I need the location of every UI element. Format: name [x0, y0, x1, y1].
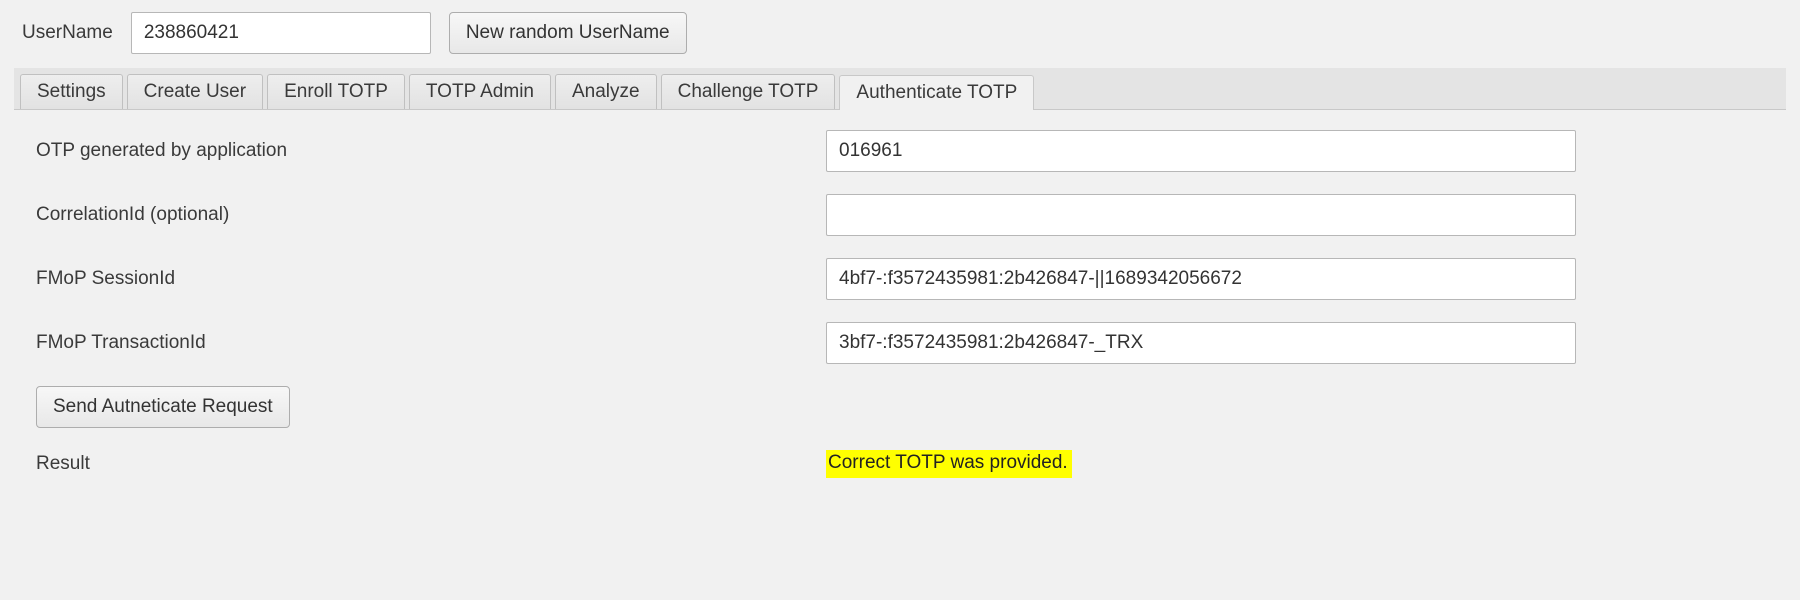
result-label: Result: [36, 453, 826, 475]
correlation-label: CorrelationId (optional): [36, 204, 826, 226]
result-value: Correct TOTP was provided.: [826, 450, 1072, 478]
send-authenticate-button[interactable]: Send Autneticate Request: [36, 386, 290, 428]
otp-input[interactable]: [826, 130, 1576, 172]
form-area: OTP generated by application Correlation…: [14, 110, 1786, 510]
tab-totp-admin[interactable]: TOTP Admin: [409, 74, 551, 109]
transaction-input[interactable]: [826, 322, 1576, 364]
tab-strip: Settings Create User Enroll TOTP TOTP Ad…: [14, 68, 1786, 110]
transaction-label: FMoP TransactionId: [36, 332, 826, 354]
transaction-row: FMoP TransactionId: [36, 322, 1764, 364]
tab-enroll-totp[interactable]: Enroll TOTP: [267, 74, 405, 109]
result-row: Result Correct TOTP was provided.: [36, 450, 1764, 478]
username-label: UserName: [22, 22, 113, 44]
tab-authenticate-totp[interactable]: Authenticate TOTP: [839, 75, 1034, 110]
send-row: Send Autneticate Request: [36, 386, 1764, 428]
tab-analyze[interactable]: Analyze: [555, 74, 657, 109]
session-label: FMoP SessionId: [36, 268, 826, 290]
correlation-row: CorrelationId (optional): [36, 194, 1764, 236]
top-row: UserName New random UserName: [0, 12, 1800, 68]
tab-create-user[interactable]: Create User: [127, 74, 263, 109]
session-input[interactable]: [826, 258, 1576, 300]
tab-settings[interactable]: Settings: [20, 74, 123, 109]
new-random-username-button[interactable]: New random UserName: [449, 12, 687, 54]
otp-field-wrap: [826, 130, 1764, 172]
transaction-field-wrap: [826, 322, 1764, 364]
session-row: FMoP SessionId: [36, 258, 1764, 300]
session-field-wrap: [826, 258, 1764, 300]
result-field-wrap: Correct TOTP was provided.: [826, 450, 1764, 478]
correlation-field-wrap: [826, 194, 1764, 236]
username-input[interactable]: [131, 12, 431, 54]
correlation-input[interactable]: [826, 194, 1576, 236]
otp-label: OTP generated by application: [36, 140, 826, 162]
tab-challenge-totp[interactable]: Challenge TOTP: [661, 74, 836, 109]
otp-row: OTP generated by application: [36, 130, 1764, 172]
